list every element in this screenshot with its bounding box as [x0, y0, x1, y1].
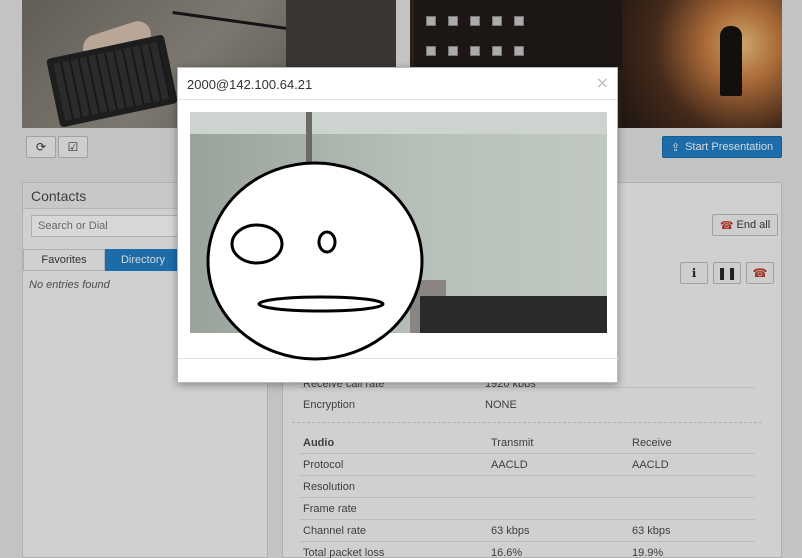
checkbox-icon: ☑	[67, 140, 79, 154]
info-icon: ℹ	[691, 266, 697, 280]
start-presentation-button[interactable]: ⇪ Start Presentation	[662, 136, 782, 158]
receive-header: Receive	[632, 437, 672, 449]
hangup-button[interactable]: ☎	[746, 262, 774, 284]
keyboard-image	[46, 34, 178, 128]
end-all-button[interactable]: ☎ End all	[712, 214, 778, 236]
transmit-value: AACLD	[491, 459, 528, 471]
modal-title: 2000@142.100.64.21	[178, 68, 617, 100]
select-button[interactable]: ☑	[58, 136, 88, 158]
close-icon[interactable]: ×	[596, 73, 609, 92]
face-drawing	[206, 161, 424, 361]
table-row: Frame rate	[300, 498, 755, 520]
table-row: Resolution	[300, 476, 755, 498]
pause-icon: ❚❚	[716, 266, 738, 280]
tab-directory[interactable]: Directory	[105, 249, 181, 271]
refresh-button[interactable]: ⟳	[26, 136, 56, 158]
encryption-row: Encryption NONE	[300, 394, 755, 416]
table-row: Protocol AACLD AACLD	[300, 454, 755, 476]
divider	[292, 422, 762, 423]
encryption-value: NONE	[485, 399, 517, 411]
wallpaper-image	[622, 0, 782, 128]
row-label: Resolution	[303, 481, 355, 493]
row-label: Protocol	[303, 459, 344, 471]
row-label: Total packet loss	[303, 547, 385, 558]
desk-image	[420, 296, 607, 333]
silhouette-image	[720, 26, 742, 96]
hangup-icon: ☎	[752, 266, 768, 280]
pause-button[interactable]: ❚❚	[713, 262, 741, 284]
table-row: Total packet loss 16.6% 19.9%	[300, 542, 755, 558]
receive-value: 63 kbps	[632, 525, 671, 537]
empty-message: No entries found	[29, 279, 110, 291]
transmit-value: 63 kbps	[491, 525, 530, 537]
receive-value: AACLD	[632, 459, 669, 471]
encryption-label: Encryption	[303, 399, 355, 411]
start-presentation-label: Start Presentation	[685, 141, 774, 153]
audio-header: Audio	[303, 437, 335, 449]
share-icon: ⇪	[670, 140, 681, 154]
transmit-value: 16.6%	[491, 547, 523, 558]
remote-desktop-image	[414, 0, 654, 70]
info-button[interactable]: ℹ	[680, 262, 708, 284]
transmit-header: Transmit	[491, 437, 534, 449]
receive-value: 19.9%	[632, 547, 664, 558]
hangup-icon: ☎	[719, 218, 734, 232]
cable-image	[172, 10, 302, 33]
end-all-label: End all	[736, 219, 771, 231]
table-row: Channel rate 63 kbps 63 kbps	[300, 520, 755, 542]
row-label: Frame rate	[303, 503, 357, 515]
refresh-icon: ⟳	[35, 140, 47, 154]
row-label: Channel rate	[303, 525, 366, 537]
audio-header-row: Audio Transmit Receive	[300, 432, 755, 454]
tab-favorites[interactable]: Favorites	[23, 249, 105, 271]
